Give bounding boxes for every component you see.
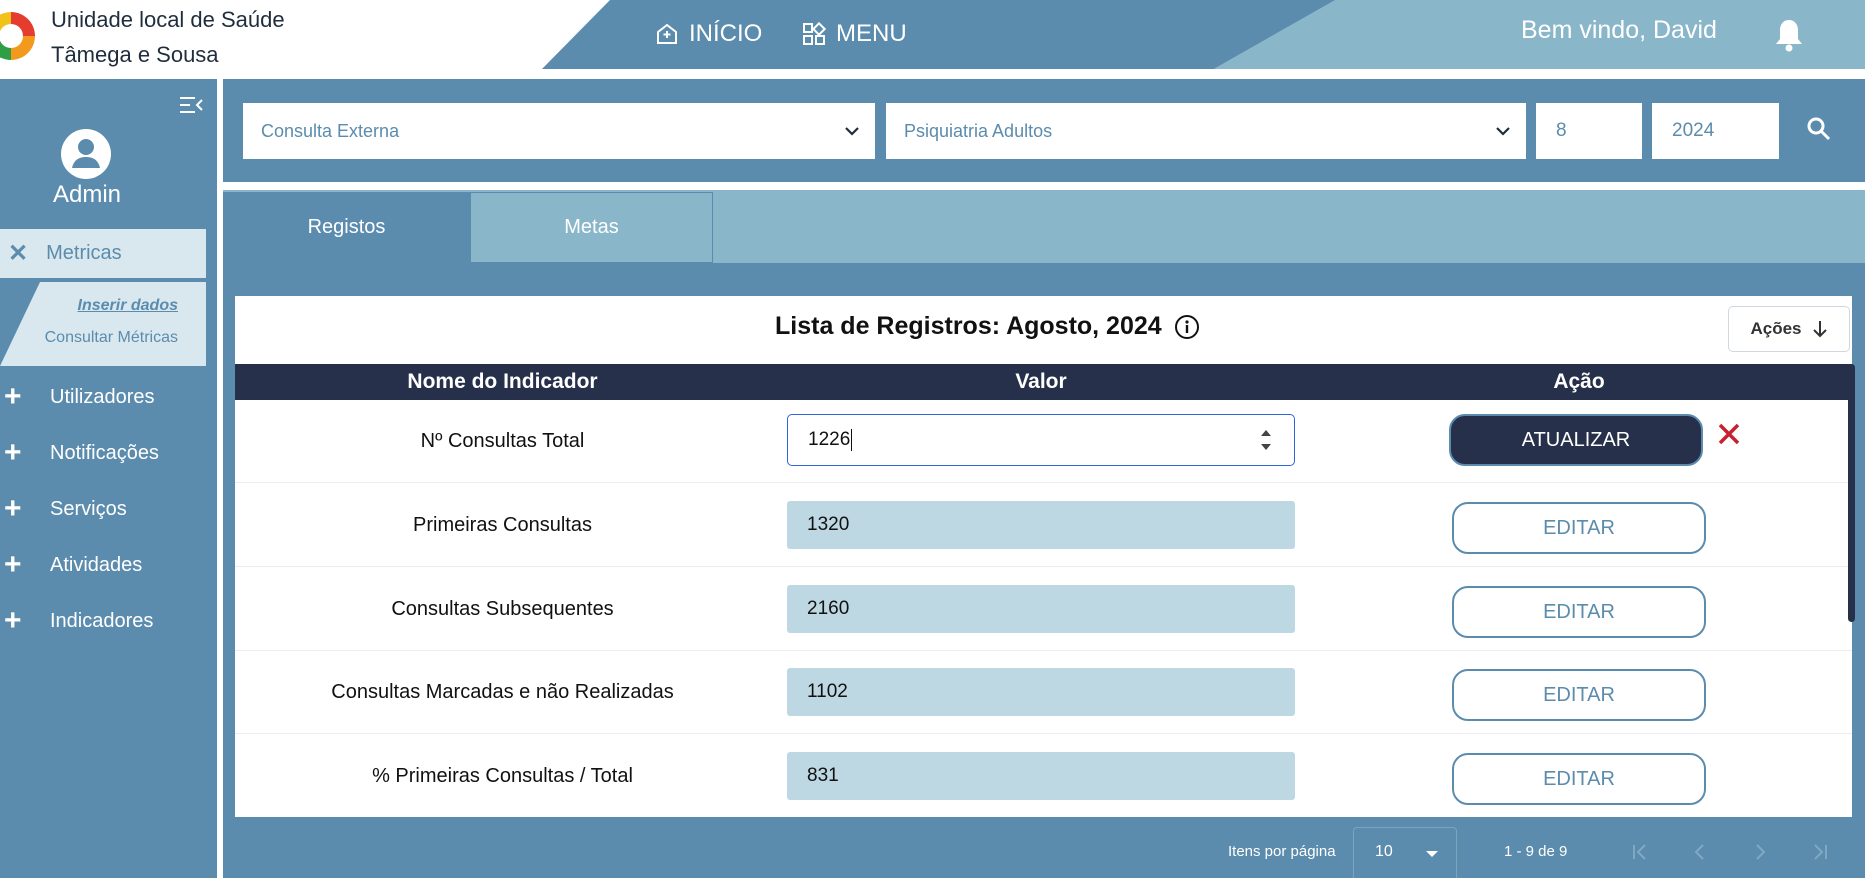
sidebar-item-label: Notificações: [50, 441, 159, 464]
table-row: Nº Consultas Total 1226 ATUALIZAR: [235, 400, 1852, 483]
table-row: % Primeiras Consultas / Total 831 EDITAR: [235, 735, 1852, 818]
column-header-action: Ação: [1553, 370, 1605, 393]
edit-button[interactable]: EDITAR: [1452, 586, 1706, 638]
indicator-name: % Primeiras Consultas / Total: [372, 765, 633, 787]
info-icon[interactable]: [1174, 314, 1200, 340]
sidebar-item-atividades[interactable]: + Atividades: [0, 545, 217, 585]
brand-line-1: Unidade local de Saúde: [51, 7, 285, 32]
nav-menu-label: MENU: [836, 20, 907, 47]
edit-button[interactable]: EDITAR: [1452, 502, 1706, 554]
consulta-type-value: Consulta Externa: [261, 120, 400, 141]
sidebar-item-label: Utilizadores: [50, 385, 155, 408]
service-value: Psiquiatria Adultos: [904, 120, 1053, 141]
collapse-sidebar-icon[interactable]: [179, 94, 203, 116]
nav-inicio-label: INÍCIO: [689, 20, 763, 47]
sidebar-item-metricas-label: Metricas: [46, 242, 122, 264]
grid-menu-icon: [803, 22, 826, 45]
page-title: Lista de Registros: Agosto, 2024: [775, 312, 1200, 341]
nav-menu[interactable]: MENU: [802, 14, 907, 54]
sidebar-item-notificacoes[interactable]: + Notificações: [0, 433, 217, 473]
submenu-inserir-dados[interactable]: Inserir dados: [78, 297, 178, 315]
first-page-icon[interactable]: [1630, 842, 1650, 862]
arrow-down-icon: [1812, 321, 1827, 338]
tab-metas[interactable]: Metas: [470, 192, 713, 263]
service-select[interactable]: Psiquiatria Adultos: [886, 103, 1526, 159]
indicator-name: Nº Consultas Total: [420, 430, 585, 452]
update-button[interactable]: ATUALIZAR: [1449, 414, 1703, 466]
plus-icon: +: [4, 492, 22, 525]
items-per-page-value: 10: [1375, 843, 1393, 860]
value-field: 2160: [787, 585, 1295, 633]
items-per-page-label: Itens por página: [1228, 843, 1336, 860]
sidebar-item-indicadores[interactable]: + Indicadores: [0, 601, 217, 641]
items-per-page-select[interactable]: 10: [1353, 827, 1457, 878]
notifications-bell-icon[interactable]: [1774, 18, 1804, 52]
welcome-text: Bem vindo, David: [1521, 16, 1717, 44]
pagination-range: 1 - 9 de 9: [1504, 843, 1568, 860]
edit-button[interactable]: EDITAR: [1452, 753, 1706, 805]
table-row: Consultas Marcadas e não Realizadas 1102…: [235, 651, 1852, 734]
search-icon[interactable]: [1806, 116, 1832, 142]
close-icon: ✕: [8, 240, 29, 267]
value-field: 1102: [787, 668, 1295, 716]
indicator-name: Primeiras Consultas: [413, 514, 592, 536]
user-role: Admin: [52, 181, 122, 208]
actions-button[interactable]: Ações: [1728, 306, 1850, 352]
indicator-name: Consultas Subsequentes: [391, 598, 614, 620]
brand-line-2: Tâmega e Sousa: [51, 42, 219, 67]
column-header-value: Valor: [1015, 370, 1067, 393]
submenu-consultar-metricas[interactable]: Consultar Métricas: [45, 329, 178, 347]
edit-button[interactable]: EDITAR: [1452, 669, 1706, 721]
next-page-icon[interactable]: [1750, 842, 1770, 862]
plus-icon: +: [4, 604, 22, 637]
app-header: Unidade local de Saúde Tâmega e Sousa IN…: [0, 0, 1865, 71]
tab-registos[interactable]: Registos: [223, 192, 470, 263]
nav-inicio[interactable]: INÍCIO: [655, 14, 762, 54]
text-cursor: [851, 429, 853, 451]
last-page-icon[interactable]: [1810, 842, 1830, 862]
dropdown-arrow-icon: [1426, 851, 1438, 857]
submenu-notch: [0, 282, 40, 366]
consulta-type-select[interactable]: Consulta Externa: [243, 103, 875, 159]
chevron-down-icon: [1496, 127, 1510, 136]
sidebar-item-label: Serviços: [50, 497, 127, 520]
value-field: 1320: [787, 501, 1295, 549]
plus-icon: +: [4, 548, 22, 581]
value-input-text: 1226: [808, 429, 851, 450]
brand-name: Unidade local de Saúde Tâmega e Sousa: [51, 2, 285, 72]
plus-icon: +: [4, 380, 22, 413]
home-plus-icon: [657, 23, 677, 44]
number-spinner-icon[interactable]: [1260, 427, 1272, 453]
indicator-name: Consultas Marcadas e não Realizadas: [331, 681, 674, 703]
table-header: Nome do Indicador Valor Ação: [235, 364, 1852, 400]
sidebar-item-label: Atividades: [50, 553, 143, 576]
table-row: Consultas Subsequentes 2160 EDITAR: [235, 568, 1852, 651]
cancel-edit-icon[interactable]: [1717, 422, 1741, 446]
month-input[interactable]: 8: [1536, 103, 1642, 159]
user-avatar-icon: [61, 129, 111, 179]
plus-icon: +: [4, 436, 22, 469]
page-title-text: Lista de Registros: Agosto, 2024: [775, 312, 1162, 340]
sidebar-item-servicos[interactable]: + Serviços: [0, 489, 217, 529]
value-input[interactable]: 1226: [787, 414, 1295, 466]
sidebar-item-metricas[interactable]: ✕ Metricas: [0, 229, 206, 278]
actions-button-label: Ações: [1750, 319, 1802, 338]
column-header-name: Nome do Indicador: [407, 370, 598, 393]
table-row: Primeiras Consultas 1320 EDITAR: [235, 484, 1852, 567]
previous-page-icon[interactable]: [1690, 842, 1710, 862]
sidebar-item-utilizadores[interactable]: + Utilizadores: [0, 377, 217, 417]
sidebar-item-label: Indicadores: [50, 609, 154, 632]
chevron-down-icon: [845, 127, 859, 136]
table-scrollbar[interactable]: [1848, 364, 1855, 622]
year-input[interactable]: 2024: [1652, 103, 1779, 159]
value-field: 831: [787, 752, 1295, 800]
hospital-logo: [0, 12, 35, 60]
